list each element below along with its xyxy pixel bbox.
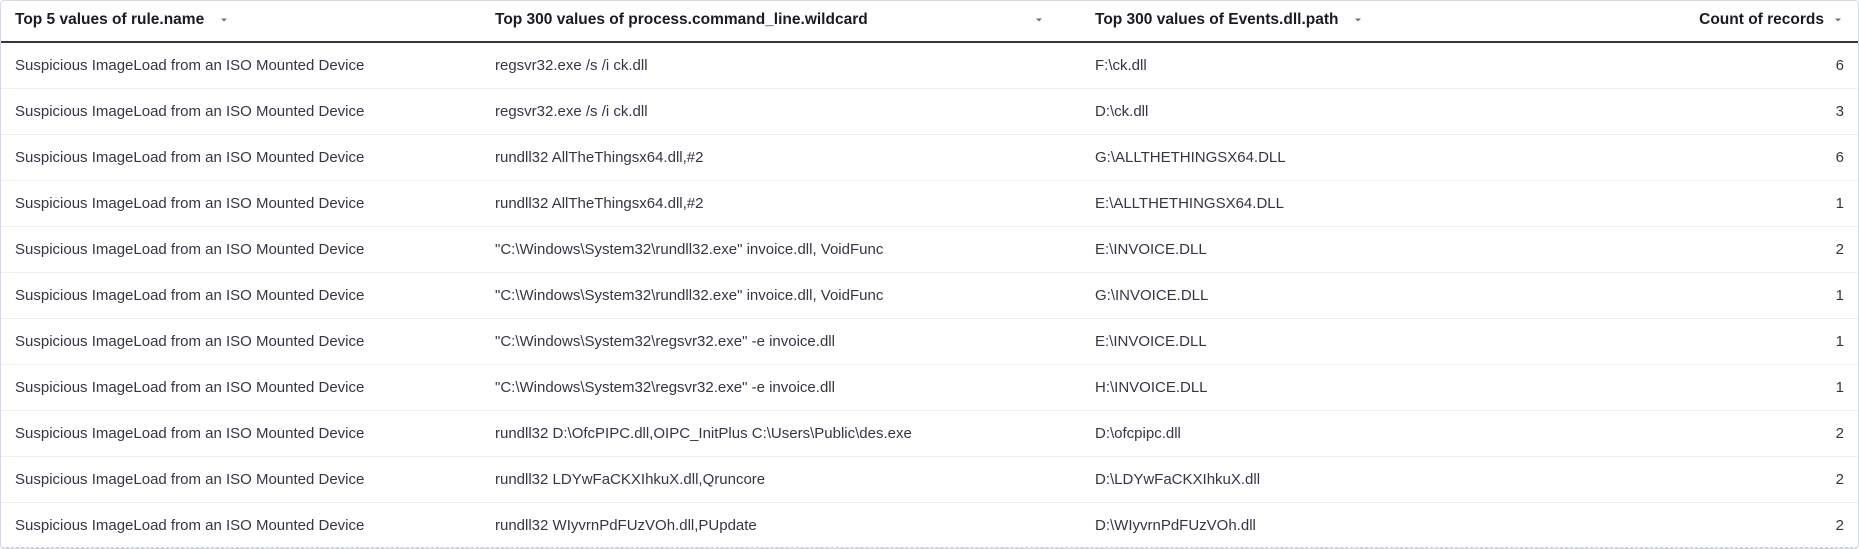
- table-row[interactable]: Suspicious ImageLoad from an ISO Mounted…: [1, 180, 1858, 226]
- cell-command-line[interactable]: rundll32 LDYwFaCKXIhkuX.dll,Qruncore: [481, 456, 1081, 502]
- cell-count[interactable]: 1: [1636, 364, 1858, 410]
- table-row[interactable]: Suspicious ImageLoad from an ISO Mounted…: [1, 88, 1858, 134]
- table-row[interactable]: Suspicious ImageLoad from an ISO Mounted…: [1, 364, 1858, 410]
- cell-count[interactable]: 1: [1636, 272, 1858, 318]
- cell-dll-path[interactable]: G:\INVOICE.DLL: [1081, 272, 1636, 318]
- cell-count[interactable]: 1: [1636, 318, 1858, 364]
- results-table: Top 5 values of rule.name Top 300 values…: [1, 1, 1858, 548]
- table-row[interactable]: Suspicious ImageLoad from an ISO Mounted…: [1, 42, 1858, 88]
- cell-rule-name[interactable]: Suspicious ImageLoad from an ISO Mounted…: [1, 180, 481, 226]
- cell-dll-path[interactable]: H:\INVOICE.DLL: [1081, 364, 1636, 410]
- header-count-label: Count of records: [1699, 11, 1824, 29]
- results-table-scroll[interactable]: Top 5 values of rule.name Top 300 values…: [1, 1, 1858, 548]
- cell-dll-path[interactable]: E:\INVOICE.DLL: [1081, 318, 1636, 364]
- cell-rule-name[interactable]: Suspicious ImageLoad from an ISO Mounted…: [1, 88, 481, 134]
- table-row[interactable]: Suspicious ImageLoad from an ISO Mounted…: [1, 502, 1858, 548]
- table-row[interactable]: Suspicious ImageLoad from an ISO Mounted…: [1, 272, 1858, 318]
- cell-rule-name[interactable]: Suspicious ImageLoad from an ISO Mounted…: [1, 272, 481, 318]
- chevron-down-icon: [1033, 14, 1045, 26]
- cell-rule-name[interactable]: Suspicious ImageLoad from an ISO Mounted…: [1, 318, 481, 364]
- table-row[interactable]: Suspicious ImageLoad from an ISO Mounted…: [1, 410, 1858, 456]
- header-dll-path-label: Top 300 values of Events.dll.path: [1095, 11, 1338, 29]
- header-command-line-label: Top 300 values of process.command_line.w…: [495, 11, 868, 29]
- header-command-line[interactable]: Top 300 values of process.command_line.w…: [481, 1, 1081, 42]
- cell-dll-path[interactable]: E:\INVOICE.DLL: [1081, 226, 1636, 272]
- chevron-down-icon: [218, 14, 230, 26]
- header-rule-name-label: Top 5 values of rule.name: [15, 11, 204, 29]
- cell-command-line[interactable]: "C:\Windows\System32\rundll32.exe" invoi…: [481, 226, 1081, 272]
- cell-count[interactable]: 2: [1636, 410, 1858, 456]
- cell-count[interactable]: 1: [1636, 180, 1858, 226]
- cell-dll-path[interactable]: D:\ck.dll: [1081, 88, 1636, 134]
- cell-count[interactable]: 2: [1636, 502, 1858, 548]
- cell-rule-name[interactable]: Suspicious ImageLoad from an ISO Mounted…: [1, 410, 481, 456]
- cell-dll-path[interactable]: D:\LDYwFaCKXIhkuX.dll: [1081, 456, 1636, 502]
- cell-command-line[interactable]: "C:\Windows\System32\rundll32.exe" invoi…: [481, 272, 1081, 318]
- cell-command-line[interactable]: "C:\Windows\System32\regsvr32.exe" -e in…: [481, 364, 1081, 410]
- cell-count[interactable]: 2: [1636, 226, 1858, 272]
- header-dll-path[interactable]: Top 300 values of Events.dll.path: [1081, 1, 1636, 42]
- cell-dll-path[interactable]: D:\WIyvrnPdFUzVOh.dll: [1081, 502, 1636, 548]
- cell-dll-path[interactable]: D:\ofcpipc.dll: [1081, 410, 1636, 456]
- cell-dll-path[interactable]: E:\ALLTHETHINGSX64.DLL: [1081, 180, 1636, 226]
- cell-dll-path[interactable]: F:\ck.dll: [1081, 42, 1636, 88]
- cell-count[interactable]: 6: [1636, 42, 1858, 88]
- table-row[interactable]: Suspicious ImageLoad from an ISO Mounted…: [1, 134, 1858, 180]
- cell-count[interactable]: 6: [1636, 134, 1858, 180]
- table-row[interactable]: Suspicious ImageLoad from an ISO Mounted…: [1, 456, 1858, 502]
- table-row[interactable]: Suspicious ImageLoad from an ISO Mounted…: [1, 318, 1858, 364]
- cell-rule-name[interactable]: Suspicious ImageLoad from an ISO Mounted…: [1, 456, 481, 502]
- table-row[interactable]: Suspicious ImageLoad from an ISO Mounted…: [1, 226, 1858, 272]
- cell-rule-name[interactable]: Suspicious ImageLoad from an ISO Mounted…: [1, 502, 481, 548]
- cell-command-line[interactable]: "C:\Windows\System32\regsvr32.exe" -e in…: [481, 318, 1081, 364]
- cell-dll-path[interactable]: G:\ALLTHETHINGSX64.DLL: [1081, 134, 1636, 180]
- cell-command-line[interactable]: rundll32 AllTheThingsx64.dll,#2: [481, 180, 1081, 226]
- cell-rule-name[interactable]: Suspicious ImageLoad from an ISO Mounted…: [1, 226, 481, 272]
- chevron-down-icon: [1832, 14, 1844, 26]
- cell-command-line[interactable]: regsvr32.exe /s /i ck.dll: [481, 88, 1081, 134]
- cell-command-line[interactable]: rundll32 AllTheThingsx64.dll,#2: [481, 134, 1081, 180]
- cell-rule-name[interactable]: Suspicious ImageLoad from an ISO Mounted…: [1, 364, 481, 410]
- cell-command-line[interactable]: rundll32 D:\OfcPIPC.dll,OIPC_InitPlus C:…: [481, 410, 1081, 456]
- table-header: Top 5 values of rule.name Top 300 values…: [1, 1, 1858, 42]
- cell-count[interactable]: 3: [1636, 88, 1858, 134]
- header-rule-name[interactable]: Top 5 values of rule.name: [1, 1, 481, 42]
- cell-command-line[interactable]: rundll32 WIyvrnPdFUzVOh.dll,PUpdate: [481, 502, 1081, 548]
- table-body: Suspicious ImageLoad from an ISO Mounted…: [1, 42, 1858, 548]
- chevron-down-icon: [1352, 14, 1364, 26]
- header-count[interactable]: Count of records: [1636, 1, 1858, 42]
- cell-rule-name[interactable]: Suspicious ImageLoad from an ISO Mounted…: [1, 42, 481, 88]
- results-table-container: Top 5 values of rule.name Top 300 values…: [0, 0, 1859, 549]
- cell-command-line[interactable]: regsvr32.exe /s /i ck.dll: [481, 42, 1081, 88]
- cell-rule-name[interactable]: Suspicious ImageLoad from an ISO Mounted…: [1, 134, 481, 180]
- cell-count[interactable]: 2: [1636, 456, 1858, 502]
